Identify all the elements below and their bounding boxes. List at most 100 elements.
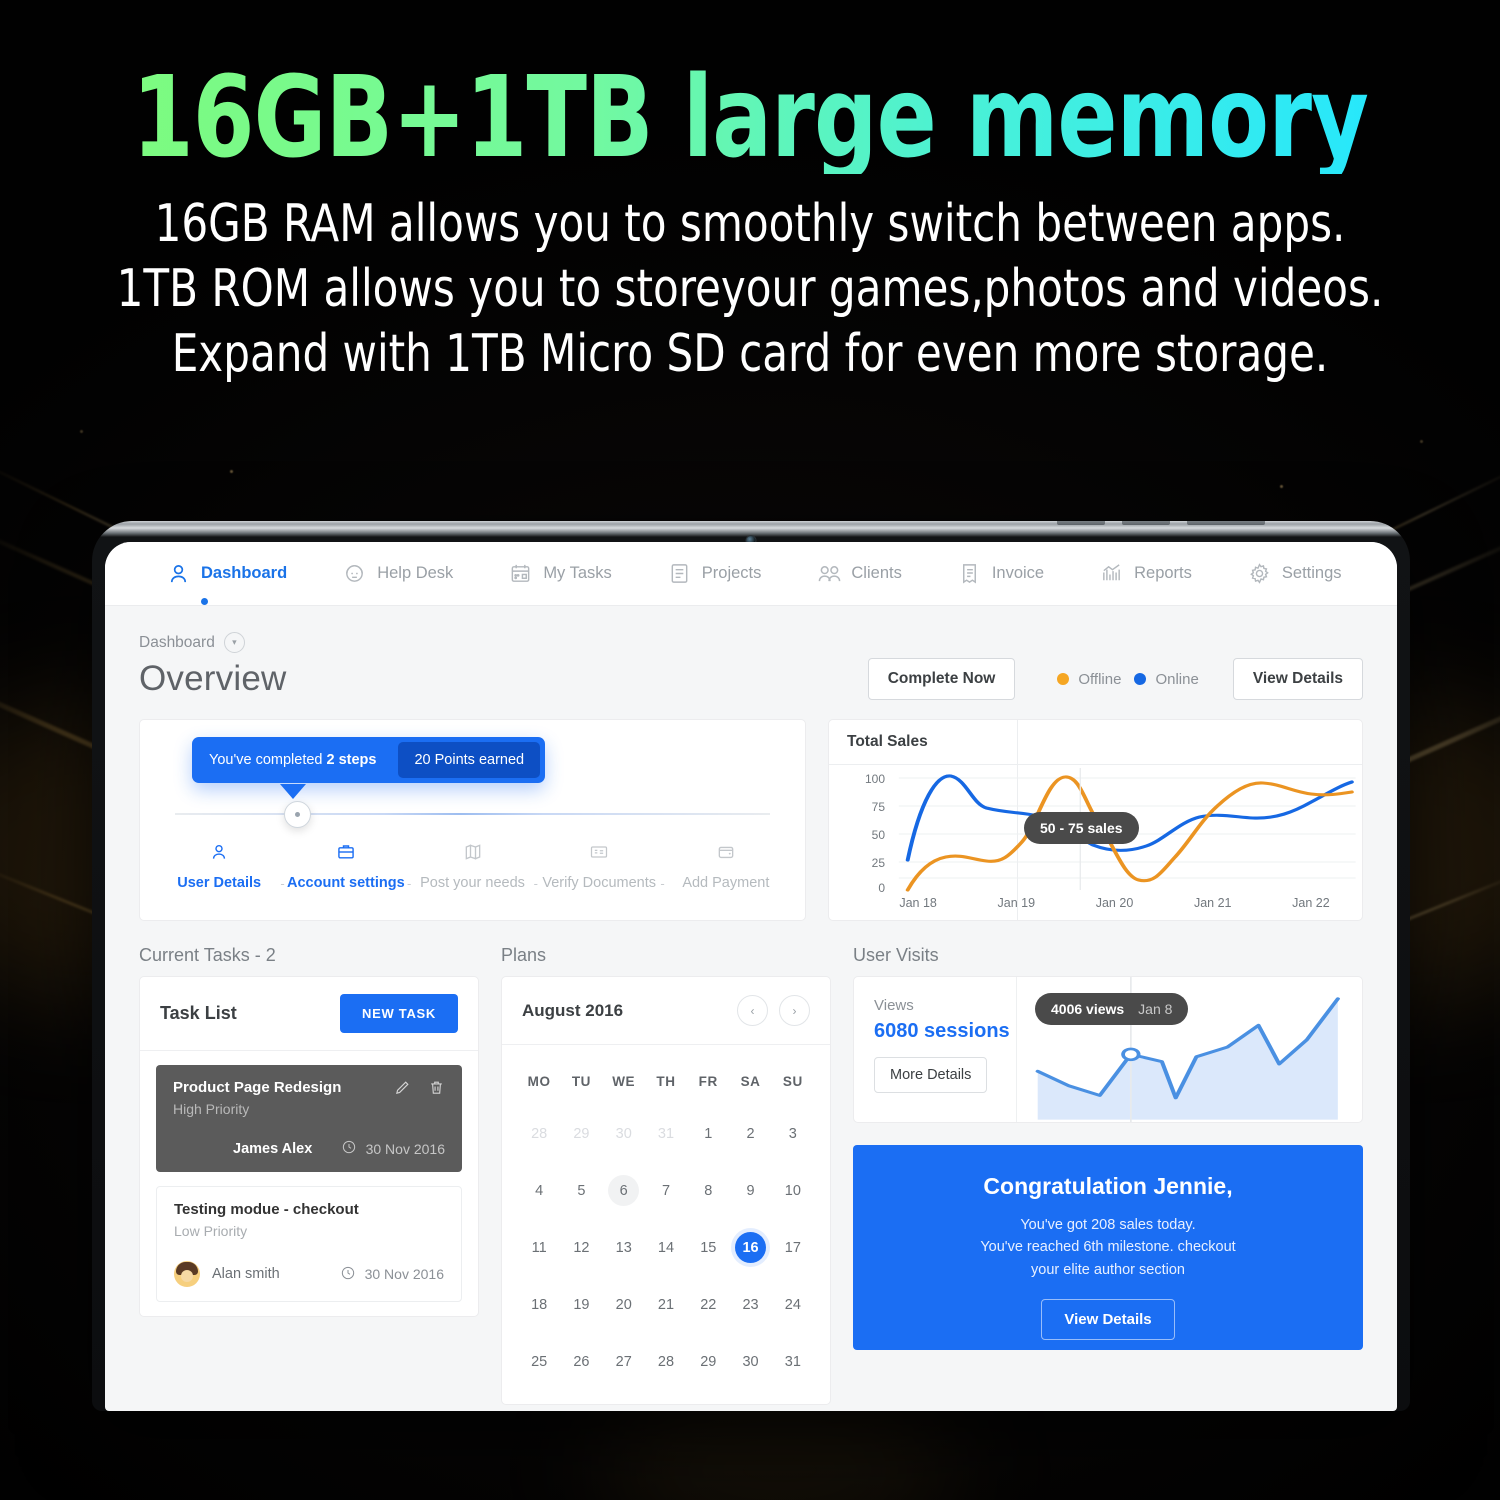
tablet-side-button[interactable] [1122,521,1170,525]
calendar-day[interactable]: 1 [687,1105,729,1162]
task-due: 30 Nov 2016 [340,1265,444,1284]
calendar-day[interactable]: 12 [560,1219,602,1276]
pencil-icon[interactable] [394,1079,411,1101]
nav-label: Dashboard [201,564,288,582]
chevron-left-icon[interactable]: ‹ [737,995,768,1026]
calendar-day[interactable]: 20 [603,1276,645,1333]
calendar-day[interactable]: 17 [772,1219,814,1276]
congrats-line-2: You've reached 6th milestone. checkout [980,1239,1236,1256]
calendar-day[interactable]: 28 [645,1333,687,1390]
calendar-dow-row: MO TU WE TH FR SA SU [518,1061,814,1105]
chevron-right-icon[interactable]: › [779,995,810,1026]
more-details-button[interactable]: More Details [874,1057,988,1093]
chevron-down-icon[interactable]: ▾ [223,632,245,653]
task-date: 30 Nov 2016 [365,1140,445,1157]
nav-item-clients[interactable]: Clients [817,562,902,585]
task-top-row: Product Page Redesign High Priority [173,1079,445,1117]
congrats-view-details-button[interactable]: View Details [1041,1299,1175,1341]
progress-track [175,813,770,815]
calendar-day[interactable]: 11 [518,1219,560,1276]
calendar-day[interactable]: 5 [560,1162,602,1219]
x-tick: Jan 21 [1193,896,1232,910]
calendar-day[interactable]: 9 [729,1162,771,1219]
calendar-day[interactable]: 24 [772,1276,814,1333]
calendar-day[interactable]: 28 [518,1105,560,1162]
calendar-day[interactable]: 21 [645,1276,687,1333]
visits-summary: Views 6080 sessions More Details [854,977,1016,1122]
nav-item-settings[interactable]: Settings [1248,562,1342,585]
hero-subcopy: 16GB RAM allows you to smoothly switch b… [75,174,1425,387]
task-footer: James Alex 30 Nov 2016 [173,1139,445,1158]
step-post-your-needs[interactable]: Post your needs [411,840,533,891]
calendar-day[interactable]: 29 [560,1105,602,1162]
calendar-nav: ‹ › [737,995,810,1026]
calendar-day[interactable]: 23 [729,1276,771,1333]
calendar-day[interactable]: 30 [729,1333,771,1390]
calendar-day[interactable]: 29 [687,1333,729,1390]
page-headline: 16GB+1TB large memory [90,0,1410,174]
calendar-day[interactable]: 31 [772,1333,814,1390]
clock-icon [341,1139,357,1158]
calendar-day[interactable]: 18 [518,1276,560,1333]
calendar-day[interactable]: 26 [560,1333,602,1390]
trash-icon[interactable] [428,1079,445,1101]
calendar-day[interactable]: 8 [687,1162,729,1219]
sessions-value: 6080 sessions [874,1020,1010,1042]
map-icon [411,840,533,864]
calendar-dow: WE [612,1074,636,1089]
nav-label: Projects [701,564,762,582]
step-add-payment[interactable]: Add Payment [665,840,787,891]
complete-now-button[interactable]: Complete Now [867,658,1016,700]
calendar-grid: MO TU WE TH FR SA SU 28 29 30 31 1 2 3 4… [502,1045,830,1404]
calendar-day[interactable]: 6 [603,1162,645,1219]
calendar-day-selected[interactable]: 16 [729,1219,771,1276]
nav-item-projects[interactable]: Projects [668,562,762,585]
tablet-side-button[interactable] [1187,521,1265,525]
step-label: Add Payment [682,875,770,891]
tablet-device: Dashboard Help Desk My Tasks Projects Cl… [92,521,1410,1411]
breadcrumb: Dashboard ▾ [139,632,1363,653]
calendar-day[interactable]: 2 [729,1105,771,1162]
calendar-day[interactable]: 14 [645,1219,687,1276]
nav-label: Settings [1281,564,1342,582]
calendar-day[interactable]: 3 [772,1105,814,1162]
step-account-settings[interactable]: Account settings [285,840,407,891]
calendar-day[interactable]: 22 [687,1276,729,1333]
task-priority: High Priority [173,1101,250,1117]
calendar-icon [509,562,532,585]
plans-label: Plans [501,945,547,965]
progress-bubble: You've completed 2 steps 20 Points earne… [192,737,546,783]
nav-item-my-tasks[interactable]: My Tasks [509,562,612,585]
calendar-day[interactable]: 27 [603,1333,645,1390]
nav-item-dashboard[interactable]: Dashboard [167,562,288,605]
step-user-details[interactable]: User Details [158,840,280,891]
nav-item-invoice[interactable]: Invoice [958,562,1044,585]
nav-item-reports[interactable]: Reports [1100,562,1192,585]
view-details-button[interactable]: View Details [1232,658,1363,700]
task-due: 30 Nov 2016 [341,1139,445,1158]
task-list-title: Task List [160,1003,237,1023]
step-verify-documents[interactable]: Verify Documents [538,840,660,891]
calendar-day[interactable]: 15 [687,1219,729,1276]
calendar-day[interactable]: 31 [645,1105,687,1162]
overview-row: You've completed 2 steps 20 Points earne… [139,719,1363,921]
views-label: Views [874,997,914,1014]
nav-item-help-desk[interactable]: Help Desk [343,562,453,585]
calendar-day[interactable]: 7 [645,1162,687,1219]
section-headers: Current Tasks - 2 Plans User Visits [139,945,1363,966]
task-item[interactable]: Testing modue - checkout Low Priority Al… [156,1186,462,1302]
calendar-day[interactable]: 30 [603,1105,645,1162]
visits-column: Views 6080 sessions More Details 4006 vi… [853,976,1363,1405]
bubble-prefix: You've completed [209,752,323,768]
calendar-day[interactable]: 10 [772,1162,814,1219]
online-status-dot [1134,673,1147,685]
x-tick: Jan 19 [997,896,1036,910]
calendar-day[interactable]: 25 [518,1333,560,1390]
calendar-day[interactable]: 13 [603,1219,645,1276]
task-item[interactable]: Product Page Redesign High Priority Jame… [156,1065,462,1172]
tablet-side-button[interactable] [1057,521,1105,525]
calendar-day[interactable]: 4 [518,1162,560,1219]
new-task-button[interactable]: NEW TASK [340,994,458,1033]
progress-knob[interactable] [284,801,311,828]
calendar-day[interactable]: 19 [560,1276,602,1333]
